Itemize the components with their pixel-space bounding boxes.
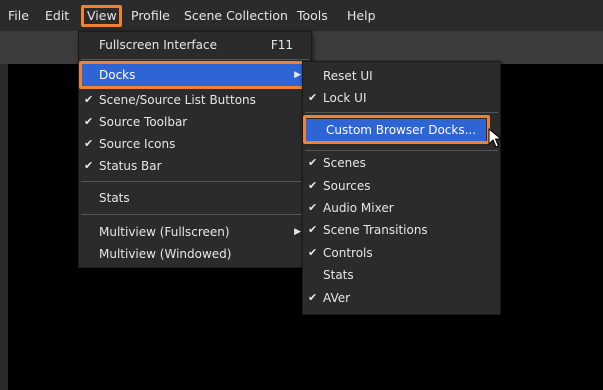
menu-divider [81, 181, 309, 182]
menu-bar: File Edit View Profile Scene Collection … [0, 0, 603, 31]
check-icon: ✔ [308, 156, 318, 169]
menu-item-aver[interactable]: ✔ AVer [303, 287, 500, 309]
menu-item-label: Scenes [323, 156, 366, 170]
menu-item-stats[interactable]: Stats [79, 187, 311, 209]
menu-item-reset-ui[interactable]: Reset UI [303, 65, 500, 87]
check-icon: ✔ [84, 137, 94, 150]
menu-item-audio-mixer[interactable]: ✔ Audio Mixer [303, 197, 500, 219]
menu-item-label: Stats [323, 268, 354, 282]
mouse-cursor-icon [488, 128, 502, 148]
menu-item-scene-transitions[interactable]: ✔ Scene Transitions [303, 219, 500, 241]
menu-item-multiview-fullscreen[interactable]: Multiview (Fullscreen) ▶ [79, 221, 311, 243]
menu-item-label: Multiview (Fullscreen) [99, 225, 230, 239]
check-icon: ✔ [308, 291, 318, 304]
menu-item-dock-stats[interactable]: Stats [303, 264, 500, 286]
menu-profile[interactable]: Profile [131, 0, 170, 31]
menu-item-label: Scene/Source List Buttons [99, 93, 256, 107]
check-icon: ✔ [84, 115, 94, 128]
check-icon: ✔ [84, 93, 94, 106]
menu-scene-collection[interactable]: Scene Collection [184, 0, 288, 31]
check-icon: ✔ [308, 179, 318, 192]
menu-divider [81, 59, 309, 60]
view-menu-highlight [81, 5, 122, 27]
check-icon: ✔ [308, 223, 318, 236]
check-icon: ✔ [308, 91, 318, 104]
menu-item-label: AVer [323, 291, 351, 305]
menu-item-label: Source Icons [99, 137, 176, 151]
menu-item-sources[interactable]: ✔ Sources [303, 175, 500, 197]
view-menu: Fullscreen Interface F11 Docks ▶ ✔ Scene… [78, 31, 312, 268]
menu-help[interactable]: Help [347, 0, 376, 31]
docks-submenu: Reset UI ✔ Lock UI Custom Browser Docks.… [302, 61, 501, 315]
check-icon: ✔ [308, 201, 318, 214]
menu-item-scene-source-list-buttons[interactable]: ✔ Scene/Source List Buttons [79, 89, 311, 111]
shortcut-label: F11 [270, 38, 293, 52]
menu-item-controls[interactable]: ✔ Controls [303, 242, 500, 264]
menu-item-lock-ui[interactable]: ✔ Lock UI [303, 87, 500, 109]
menu-file[interactable]: File [8, 0, 29, 31]
menu-edit[interactable]: Edit [45, 0, 69, 31]
menu-item-label: Lock UI [323, 91, 367, 105]
menu-item-status-bar[interactable]: ✔ Status Bar [79, 155, 311, 177]
menu-item-label: Stats [99, 191, 130, 205]
menu-item-label: Scene Transitions [323, 223, 428, 237]
menu-item-source-icons[interactable]: ✔ Source Icons [79, 133, 311, 155]
menu-divider [81, 214, 309, 215]
menu-item-label: Status Bar [99, 159, 162, 173]
check-icon: ✔ [308, 246, 318, 259]
menu-item-label: Fullscreen Interface [99, 38, 217, 52]
menu-item-label: Controls [323, 246, 373, 260]
menu-divider [305, 112, 498, 113]
menu-item-label: Source Toolbar [99, 115, 188, 129]
submenu-arrow-icon: ▶ [294, 227, 301, 237]
menu-item-label: Multiview (Windowed) [99, 247, 232, 261]
menu-tools[interactable]: Tools [297, 0, 328, 31]
menu-item-scenes[interactable]: ✔ Scenes [303, 152, 500, 174]
menu-item-label: Reset UI [323, 69, 373, 83]
check-icon: ✔ [84, 159, 94, 172]
menu-item-source-toolbar[interactable]: ✔ Source Toolbar [79, 111, 311, 133]
menu-divider [305, 150, 498, 151]
menu-item-fullscreen-interface[interactable]: Fullscreen Interface F11 [79, 34, 311, 56]
menu-item-label: Sources [323, 179, 371, 193]
menu-item-label: Audio Mixer [323, 201, 394, 215]
menu-item-multiview-windowed[interactable]: Multiview (Windowed) [79, 243, 311, 265]
custom-browser-docks-highlight [303, 115, 490, 144]
docks-item-highlight [79, 61, 311, 89]
